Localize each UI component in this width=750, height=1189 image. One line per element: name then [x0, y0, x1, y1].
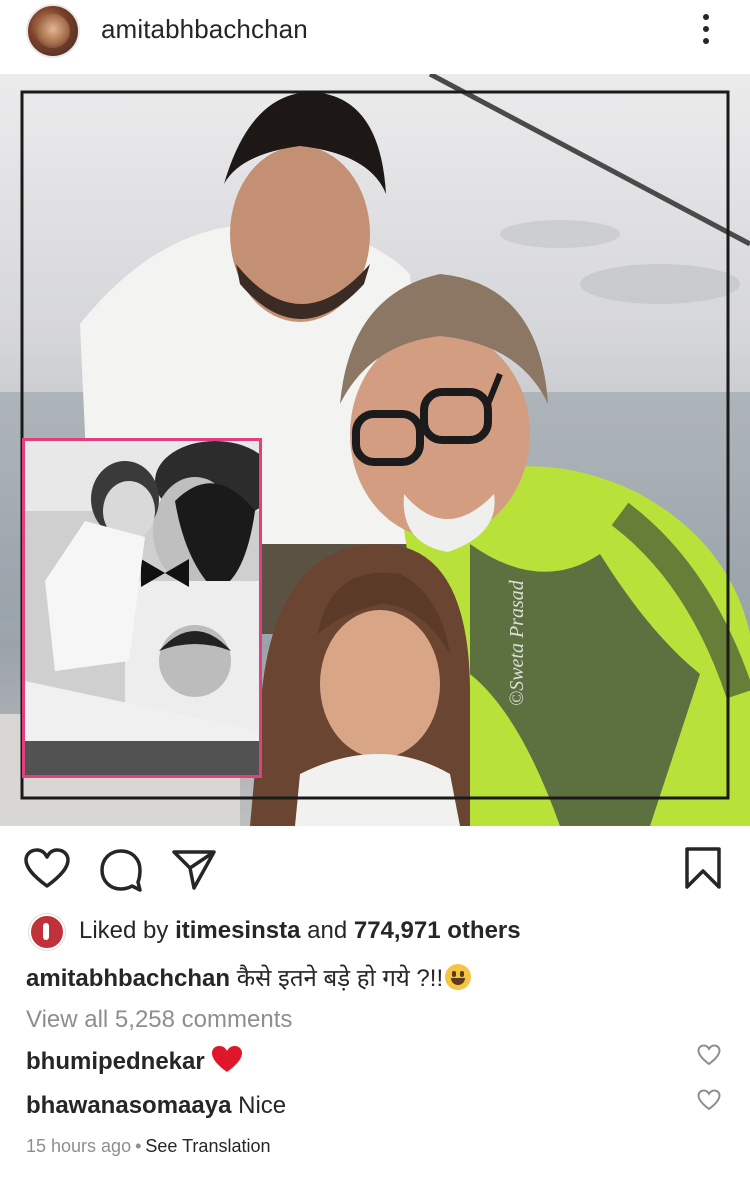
post-meta: 15 hours ago • See Translation	[26, 1136, 270, 1157]
view-all-comments-link[interactable]: View all 5,258 comments	[26, 1006, 292, 1034]
meta-separator: •	[135, 1136, 142, 1156]
comment-row: bhumipednekar	[26, 1045, 243, 1076]
liker-avatar[interactable]	[29, 914, 65, 950]
photo-watermark: ©Sweta Prasad	[506, 580, 528, 706]
likes-count[interactable]: 774,971 others	[354, 917, 521, 944]
heart-icon[interactable]	[24, 848, 70, 890]
likes-middle: and	[300, 917, 354, 944]
comment-icon[interactable]	[100, 848, 144, 892]
inset-childhood-photo	[22, 438, 262, 778]
profile-avatar[interactable]	[26, 4, 80, 58]
caption-text: कैसे इतने बड़े हो गये ?!!	[230, 965, 444, 992]
more-options-icon[interactable]	[696, 12, 716, 46]
comment-like-heart-icon[interactable]	[697, 1044, 721, 1066]
bookmark-icon[interactable]	[684, 846, 722, 890]
post-image[interactable]: ©Sweta Prasad	[0, 74, 750, 826]
post-caption: amitabhbachchan कैसे इतने बड़े हो गये ?!…	[26, 961, 472, 994]
action-bar	[0, 826, 750, 910]
comment-username[interactable]: bhawanasomaaya	[26, 1092, 231, 1119]
grinning-emoji-icon	[445, 964, 472, 990]
comment-row: bhawanasomaaya Nice	[26, 1092, 286, 1120]
likes-text: Liked by itimesinsta and 774,971 others	[79, 917, 521, 945]
red-heart-emoji-icon	[211, 1046, 242, 1072]
likes-prefix: Liked by	[79, 917, 176, 944]
caption-username[interactable]: amitabhbachchan	[26, 965, 230, 992]
post-header: amitabhbachchan	[0, 0, 750, 74]
send-icon[interactable]	[172, 848, 216, 890]
header-username[interactable]: amitabhbachchan	[101, 14, 308, 45]
see-translation-link[interactable]: See Translation	[145, 1136, 270, 1156]
post-timestamp: 15 hours ago	[26, 1136, 132, 1156]
liker-username[interactable]: itimesinsta	[175, 917, 300, 944]
comment-username[interactable]: bhumipednekar	[26, 1048, 205, 1075]
comment-like-heart-icon[interactable]	[697, 1089, 721, 1111]
comment-text: Nice	[231, 1092, 287, 1119]
